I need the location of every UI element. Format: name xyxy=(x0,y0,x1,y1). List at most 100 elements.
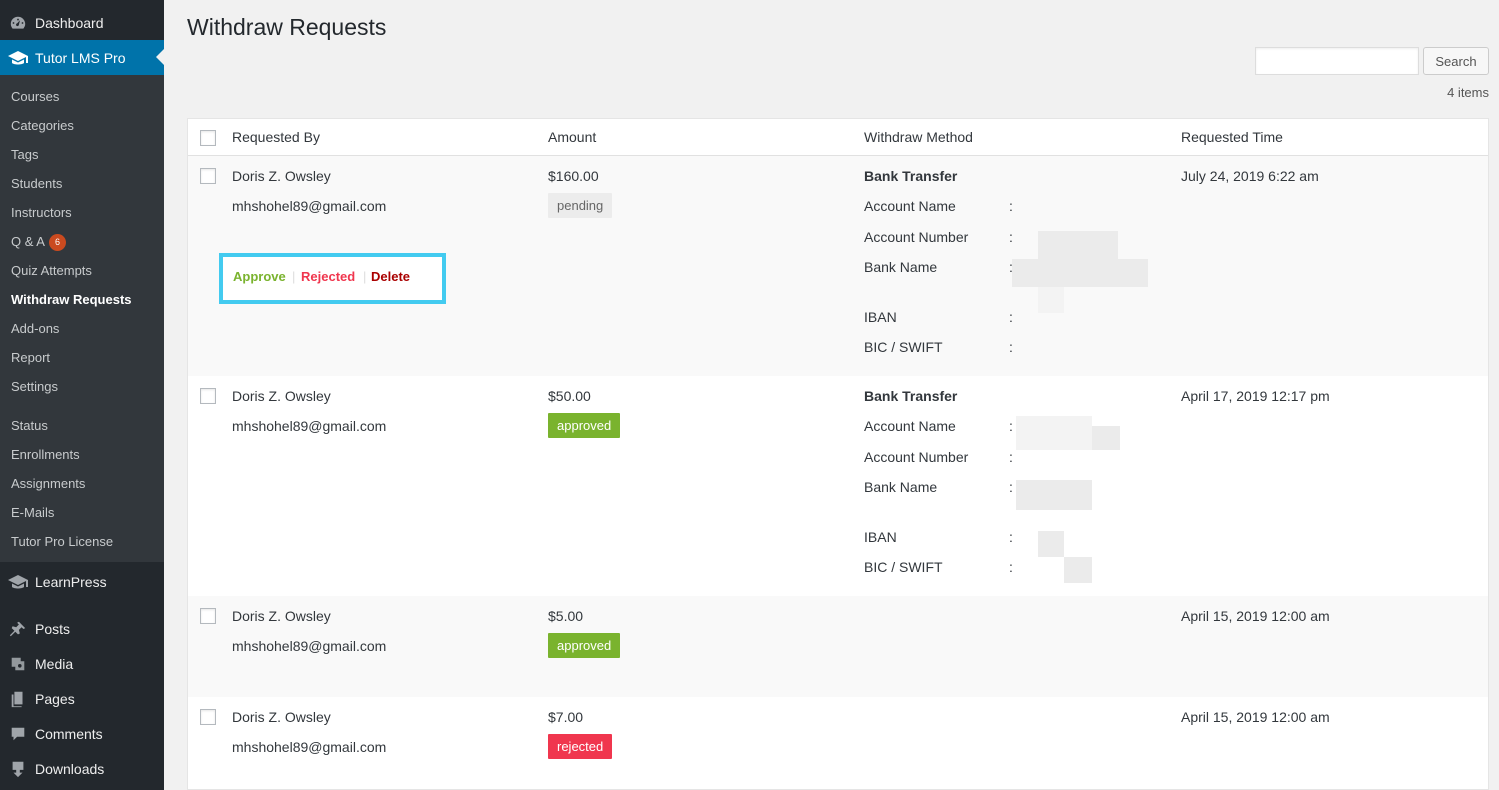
redacted-block xyxy=(1016,480,1092,510)
field-iban: IBAN xyxy=(864,309,897,325)
field-iban: IBAN xyxy=(864,529,897,545)
submenu-qa[interactable]: Q & A6 xyxy=(11,232,66,252)
amount-value: $160.00 xyxy=(548,168,599,184)
redacted-block xyxy=(1064,557,1092,583)
field-colon: : xyxy=(1009,529,1013,545)
menu-comments-label: Comments xyxy=(35,725,103,742)
row-checkbox[interactable] xyxy=(200,168,216,184)
media-icon xyxy=(0,655,36,673)
comment-icon xyxy=(0,725,36,743)
requester-name: Doris Z. Owsley xyxy=(232,608,331,624)
submenu-tutor-pro-license[interactable]: Tutor Pro License xyxy=(11,532,113,552)
column-requested-by[interactable]: Requested By xyxy=(232,129,320,145)
pin-icon xyxy=(0,620,36,638)
row-actions: Approve | Rejected | Delete xyxy=(219,253,446,304)
action-separator: | xyxy=(363,269,367,284)
search-button[interactable]: Search xyxy=(1423,47,1489,75)
submenu-instructors[interactable]: Instructors xyxy=(11,203,72,223)
pages-icon xyxy=(0,690,36,708)
select-all-checkbox[interactable] xyxy=(200,130,216,146)
menu-pages[interactable]: Pages xyxy=(0,681,164,716)
menu-media[interactable]: Media xyxy=(0,646,164,681)
submenu-assignments[interactable]: Assignments xyxy=(11,474,85,494)
submenu-settings[interactable]: Settings xyxy=(11,377,58,397)
menu-downloads[interactable]: Downloads xyxy=(0,751,164,786)
submenu-quiz-attempts[interactable]: Quiz Attempts xyxy=(11,261,92,281)
field-colon: : xyxy=(1009,418,1013,434)
menu-dashboard[interactable]: Dashboard xyxy=(0,5,164,40)
row-checkbox[interactable] xyxy=(200,709,216,725)
submenu-emails[interactable]: E-Mails xyxy=(11,503,54,523)
graduation-cap-icon xyxy=(0,49,36,67)
field-colon: : xyxy=(1009,479,1013,495)
menu-comments[interactable]: Comments xyxy=(0,716,164,751)
amount-value: $50.00 xyxy=(548,388,591,404)
submenu-tags[interactable]: Tags xyxy=(11,145,38,165)
field-bic-swift: BIC / SWIFT xyxy=(864,339,943,355)
action-separator: | xyxy=(292,269,296,284)
row-checkbox[interactable] xyxy=(200,388,216,404)
menu-pages-label: Pages xyxy=(35,690,75,707)
submenu-enrollments[interactable]: Enrollments xyxy=(11,445,80,465)
withdraw-table: Requested By Amount Withdraw Method Requ… xyxy=(187,118,1489,790)
requester-name: Doris Z. Owsley xyxy=(232,709,331,725)
menu-posts-label: Posts xyxy=(35,620,71,637)
status-badge: approved xyxy=(548,633,621,658)
menu-tutor-label: Tutor LMS Pro xyxy=(35,49,126,66)
requested-time: April 15, 2019 12:00 am xyxy=(1181,608,1330,624)
graduation-cap-icon xyxy=(0,573,36,591)
column-requested-time[interactable]: Requested Time xyxy=(1181,129,1283,145)
redacted-block xyxy=(1012,259,1148,287)
requester-email: mhshohel89@gmail.com xyxy=(232,198,387,214)
tutor-submenu: Courses Categories Tags Students Instruc… xyxy=(0,75,164,562)
submenu-categories[interactable]: Categories xyxy=(11,116,74,136)
menu-dashboard-label: Dashboard xyxy=(35,14,104,31)
table-row: Doris Z. Owsley mhshohel89@gmail.com $50… xyxy=(188,376,1488,596)
qa-count-badge: 6 xyxy=(48,234,66,252)
submenu-qa-label: Q & A xyxy=(11,234,45,249)
menu-learnpress-label: LearnPress xyxy=(35,573,107,590)
menu-posts[interactable]: Posts xyxy=(0,611,164,646)
column-amount[interactable]: Amount xyxy=(548,129,596,145)
submenu-withdraw-requests[interactable]: Withdraw Requests xyxy=(11,290,132,310)
items-count: 4 items xyxy=(1447,85,1489,100)
requester-email: mhshohel89@gmail.com xyxy=(232,638,387,654)
field-account-number: Account Number xyxy=(864,449,969,465)
submenu-students[interactable]: Students xyxy=(11,174,62,194)
requested-time: April 17, 2019 12:17 pm xyxy=(1181,388,1330,404)
field-colon: : xyxy=(1009,449,1013,465)
approve-link[interactable]: Approve xyxy=(233,269,286,284)
submenu-add-ons[interactable]: Add-ons xyxy=(11,319,59,339)
menu-tutor-lms-pro[interactable]: Tutor LMS Pro xyxy=(0,40,164,75)
status-badge: approved xyxy=(548,413,621,438)
withdraw-method: Bank Transfer xyxy=(864,388,958,404)
field-colon: : xyxy=(1009,309,1013,325)
field-account-name: Account Name xyxy=(864,198,956,214)
amount-value: $7.00 xyxy=(548,709,584,725)
field-colon: : xyxy=(1009,339,1013,355)
page-title: Withdraw Requests xyxy=(187,14,387,40)
status-badge: rejected xyxy=(548,734,613,759)
field-colon: : xyxy=(1009,559,1013,575)
requested-time: July 24, 2019 6:22 am xyxy=(1181,168,1319,184)
submenu-report[interactable]: Report xyxy=(11,348,50,368)
redacted-block xyxy=(1092,426,1120,450)
menu-learnpress[interactable]: LearnPress xyxy=(0,564,164,599)
field-bank-name: Bank Name xyxy=(864,259,938,275)
delete-link[interactable]: Delete xyxy=(371,269,410,284)
redacted-block xyxy=(1038,287,1064,313)
submenu-courses[interactable]: Courses xyxy=(11,87,59,107)
column-withdraw-method[interactable]: Withdraw Method xyxy=(864,129,973,145)
reject-link[interactable]: Rejected xyxy=(301,269,355,284)
requester-email: mhshohel89@gmail.com xyxy=(232,418,387,434)
menu-media-label: Media xyxy=(35,655,74,672)
submenu-status[interactable]: Status xyxy=(11,416,48,436)
requester-email: mhshohel89@gmail.com xyxy=(232,739,387,755)
menu-downloads-label: Downloads xyxy=(35,760,105,777)
row-checkbox[interactable] xyxy=(200,608,216,624)
redacted-block xyxy=(1016,416,1092,450)
table-header: Requested By Amount Withdraw Method Requ… xyxy=(188,119,1488,156)
table-row: Doris Z. Owsley mhshohel89@gmail.com $7.… xyxy=(188,697,1488,790)
withdraw-method: Bank Transfer xyxy=(864,168,958,184)
search-input[interactable] xyxy=(1255,47,1419,75)
